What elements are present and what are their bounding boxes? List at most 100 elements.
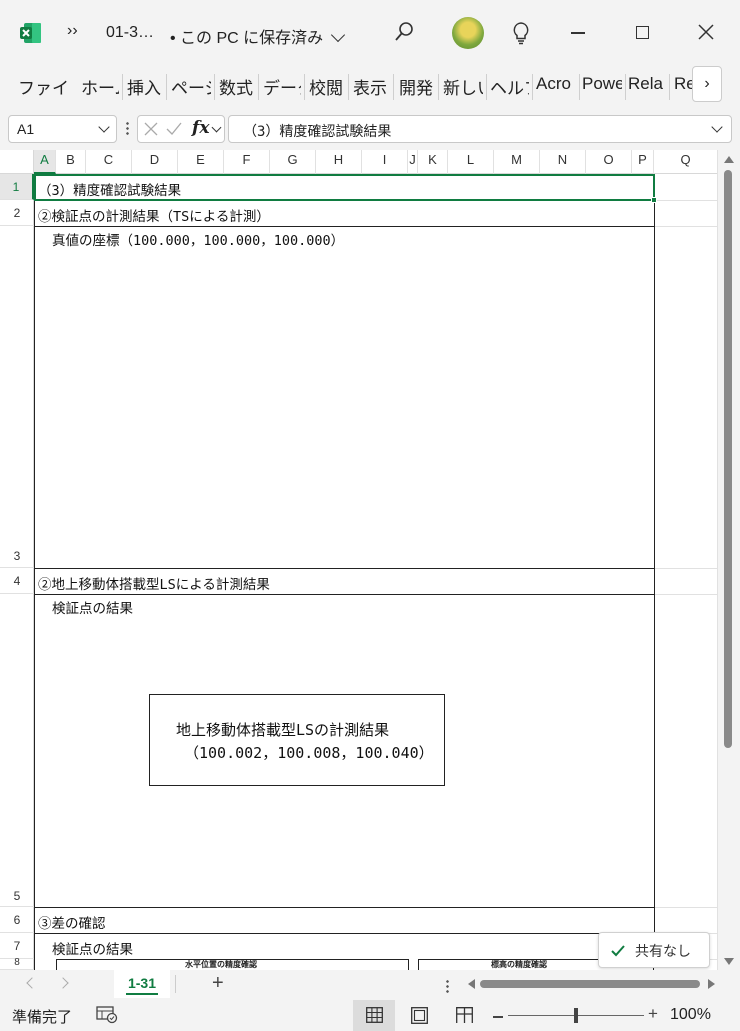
- tab-separator: [175, 975, 176, 993]
- form-border: [34, 594, 655, 595]
- cell-b5[interactable]: 検証点の結果: [52, 597, 133, 617]
- save-status-label: • この PC に保存済み: [170, 30, 324, 47]
- tab-separator: [669, 74, 670, 100]
- cell-a6[interactable]: ③差の確認: [38, 912, 106, 932]
- tab-page-layout[interactable]: ページ: [171, 74, 211, 99]
- select-all-corner[interactable]: [0, 150, 34, 174]
- row-header-8[interactable]: 8: [0, 958, 34, 970]
- scroll-left-arrow-icon[interactable]: [468, 979, 475, 989]
- scroll-up-arrow-icon[interactable]: [724, 156, 734, 163]
- row-header-5[interactable]: 5: [0, 594, 34, 907]
- gridline: [655, 200, 717, 201]
- minimize-button[interactable]: [571, 32, 585, 34]
- horizontal-scrollbar[interactable]: [466, 976, 718, 992]
- share-status-label: 共有なし: [635, 943, 691, 959]
- worksheet-grid[interactable]: A B C D E F G H I J K L M N O P Q 1 2 3 …: [0, 150, 740, 970]
- insert-function-icon[interactable]: fx: [192, 118, 209, 138]
- column-header-g[interactable]: G: [270, 150, 316, 174]
- next-sheet-arrow-icon[interactable]: [57, 977, 69, 989]
- cell-b7[interactable]: 検証点の結果: [52, 938, 133, 958]
- column-header-n[interactable]: N: [540, 150, 586, 174]
- column-header-m[interactable]: M: [494, 150, 540, 174]
- chevron-down-icon[interactable]: [711, 121, 723, 133]
- avatar[interactable]: [452, 17, 484, 49]
- scroll-right-arrow-icon[interactable]: [708, 979, 715, 989]
- zoom-slider-thumb[interactable]: [574, 1008, 578, 1023]
- maximize-button[interactable]: [636, 26, 649, 39]
- tab-rela[interactable]: Rela: [628, 74, 666, 94]
- tab-re[interactable]: Re: [674, 74, 692, 94]
- zoom-level[interactable]: 100%: [670, 1006, 711, 1024]
- name-box[interactable]: A1: [8, 115, 117, 143]
- zoom-in-button[interactable]: +: [648, 1004, 658, 1024]
- save-status[interactable]: • この PC に保存済み: [170, 24, 345, 48]
- column-header-e[interactable]: E: [178, 150, 224, 174]
- cancel-icon[interactable]: [144, 122, 158, 141]
- vertical-scroll-thumb[interactable]: [724, 170, 732, 748]
- cell-b3[interactable]: 真値の座標（100.000，100.000，100.000）: [52, 229, 344, 249]
- page-layout-view-icon[interactable]: [411, 1007, 428, 1028]
- tab-new[interactable]: 新しい: [443, 74, 483, 99]
- row-header-2[interactable]: 2: [0, 200, 34, 226]
- enter-check-icon[interactable]: [166, 122, 182, 141]
- column-header-l[interactable]: L: [448, 150, 494, 174]
- search-icon[interactable]: [394, 22, 414, 42]
- column-header-d[interactable]: D: [132, 150, 178, 174]
- cell-a2[interactable]: ②検証点の計測結果（TSによる計測）: [38, 205, 270, 225]
- column-header-a[interactable]: A: [34, 150, 56, 174]
- column-header-c[interactable]: C: [86, 150, 132, 174]
- column-header-j[interactable]: J: [408, 150, 418, 174]
- share-status-badge[interactable]: 共有なし: [598, 932, 710, 968]
- file-name[interactable]: 01-3…: [106, 24, 154, 42]
- excel-logo-icon[interactable]: [20, 22, 42, 44]
- tab-acrobat[interactable]: Acro: [536, 74, 576, 94]
- row-header-1[interactable]: 1: [0, 174, 34, 200]
- formula-input[interactable]: （3）精度確認試験結果: [228, 115, 732, 143]
- accessibility-icon[interactable]: [96, 1006, 118, 1028]
- column-header-o[interactable]: O: [586, 150, 632, 174]
- page-break-view-icon[interactable]: [456, 1007, 473, 1028]
- horizontal-scroll-thumb[interactable]: [480, 980, 700, 988]
- row-header-6[interactable]: 6: [0, 907, 34, 933]
- fill-handle[interactable]: [651, 197, 657, 203]
- tab-help[interactable]: ヘルプ: [490, 74, 529, 99]
- formula-content: （3）精度確認試験結果: [243, 124, 392, 140]
- tab-insert[interactable]: 挿入: [127, 74, 163, 99]
- tab-review[interactable]: 校閲: [309, 74, 345, 99]
- normal-view-button[interactable]: [353, 1000, 395, 1031]
- tab-home[interactable]: ホーム: [81, 74, 119, 99]
- column-header-b[interactable]: B: [56, 150, 86, 174]
- cell-a4[interactable]: ②地上移動体搭載型LSによる計測結果: [38, 573, 270, 593]
- cell-a1[interactable]: （3）精度確認試験結果: [38, 179, 181, 199]
- column-header-p[interactable]: P: [632, 150, 654, 174]
- tab-data[interactable]: データ: [263, 74, 301, 99]
- chevron-down-icon[interactable]: [211, 122, 222, 133]
- zoom-out-button[interactable]: [493, 1016, 503, 1018]
- column-header-q[interactable]: Q: [654, 150, 718, 174]
- tab-view[interactable]: 表示: [353, 74, 389, 99]
- lightbulb-icon[interactable]: [511, 21, 531, 45]
- sheet-tab-active[interactable]: 1-31: [114, 970, 170, 998]
- tab-developer[interactable]: 開発: [399, 74, 435, 99]
- result-text-box[interactable]: 地上移動体搭載型LSの計測結果 （100.002，100.008，100.040…: [149, 694, 445, 786]
- tab-power[interactable]: Powe: [582, 74, 622, 94]
- tab-file[interactable]: ファイル: [18, 74, 68, 99]
- row-header-7[interactable]: 7: [0, 933, 34, 959]
- overflow-chevron-icon[interactable]: ››: [67, 22, 78, 40]
- grid-view-icon: [366, 1007, 383, 1027]
- scroll-down-arrow-icon[interactable]: [724, 958, 734, 965]
- row-header-4[interactable]: 4: [0, 568, 34, 594]
- vertical-dots-icon[interactable]: [446, 979, 449, 993]
- add-sheet-button[interactable]: +: [212, 972, 224, 995]
- vertical-scrollbar[interactable]: [718, 150, 740, 970]
- tab-formulas[interactable]: 数式: [219, 74, 255, 99]
- row-header-3[interactable]: 3: [0, 226, 34, 568]
- column-header-i[interactable]: I: [362, 150, 408, 174]
- column-header-h[interactable]: H: [316, 150, 362, 174]
- gridline: [655, 568, 717, 569]
- column-header-f[interactable]: F: [224, 150, 270, 174]
- column-header-k[interactable]: K: [418, 150, 448, 174]
- prev-sheet-arrow-icon[interactable]: [26, 977, 38, 989]
- close-button[interactable]: [698, 24, 714, 40]
- ribbon-more-button[interactable]: ›: [692, 66, 722, 102]
